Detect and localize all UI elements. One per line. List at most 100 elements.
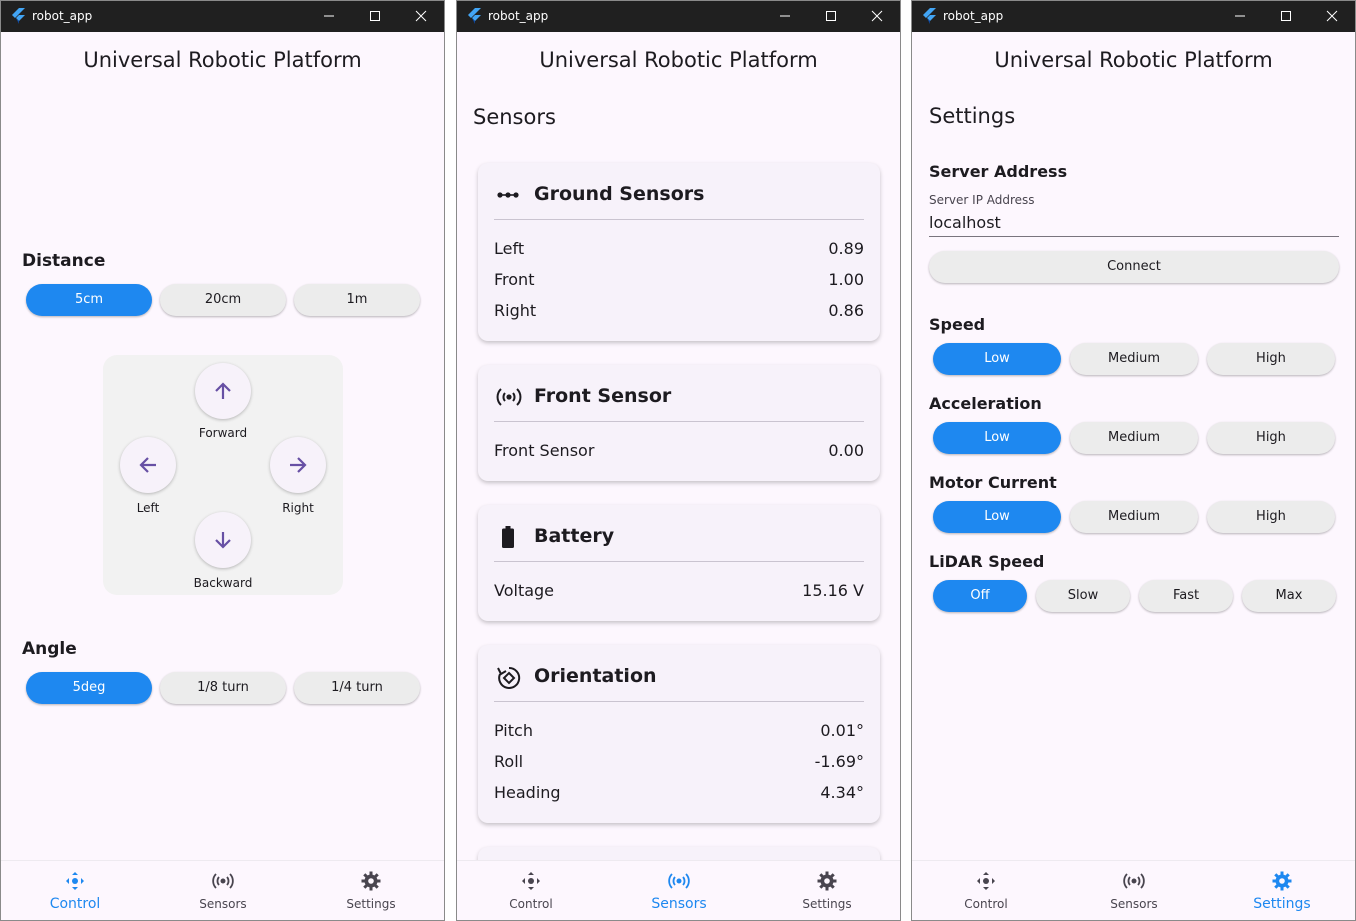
acceleration-option-medium[interactable]: Medium — [1070, 422, 1198, 454]
minimize-icon — [780, 15, 790, 17]
server-address-label: Server Address — [929, 162, 1068, 181]
forward-button[interactable] — [195, 363, 251, 419]
nav-control[interactable]: Control — [457, 861, 605, 920]
bottom-navigation: Control Sensors Settings — [1, 860, 444, 920]
nav-control[interactable]: Control — [1, 861, 149, 920]
connect-button[interactable]: Connect — [929, 251, 1339, 283]
nav-sensors-label: Sensors — [199, 897, 247, 911]
minimize-button[interactable] — [762, 1, 808, 32]
sensor-row-value: 0.00 — [828, 441, 864, 460]
gear-icon — [817, 871, 837, 891]
maximize-button[interactable] — [352, 1, 398, 32]
title-bar: robot_app — [912, 1, 1355, 32]
title-bar: robot_app — [1, 1, 444, 32]
ground-sensors-card: Ground Sensors Left 0.89 Front 1.00 Right 0… — [478, 163, 880, 341]
sensor-row: Roll -1.69° — [494, 752, 864, 772]
motor-current-label: Motor Current — [929, 473, 1057, 492]
speed-option-medium[interactable]: Medium — [1070, 343, 1198, 375]
acceleration-option-low[interactable]: Low — [933, 422, 1061, 454]
close-button[interactable] — [1309, 1, 1355, 32]
angle-option-quarter-turn[interactable]: 1/4 turn — [294, 672, 420, 704]
arrow-right-icon — [290, 457, 307, 473]
angle-option-5deg[interactable]: 5deg — [26, 672, 152, 704]
maximize-icon — [1281, 11, 1291, 21]
dots-line-icon — [497, 192, 519, 198]
sensor-row-value: 1.00 — [828, 270, 864, 289]
nav-control-label: Control — [49, 896, 101, 912]
nav-settings[interactable]: Settings — [753, 861, 900, 920]
distance-option-20cm[interactable]: 20cm — [160, 284, 286, 316]
app-title: Universal Robotic Platform — [539, 48, 818, 72]
gear-icon — [1272, 871, 1292, 891]
backward-button[interactable] — [195, 512, 251, 568]
control-camera-icon — [977, 872, 995, 890]
angle-option-eighth-turn[interactable]: 1/8 turn — [160, 672, 286, 704]
angle-label: Angle — [22, 639, 77, 659]
distance-option-5cm[interactable]: 5cm — [26, 284, 152, 316]
lidar-option-fast[interactable]: Fast — [1139, 580, 1233, 612]
close-button[interactable] — [398, 1, 444, 32]
sensor-row-label: Left — [494, 239, 525, 258]
sensor-row-value: 15.16 V — [802, 581, 864, 600]
sensor-row-label: Pitch — [494, 721, 533, 740]
lidar-option-slow[interactable]: Slow — [1036, 580, 1130, 612]
minimize-button[interactable] — [1217, 1, 1263, 32]
right-button[interactable] — [270, 437, 326, 493]
left-button[interactable] — [120, 437, 176, 493]
nav-sensors[interactable]: Sensors — [605, 861, 753, 920]
card-title: Battery — [534, 525, 615, 547]
motor-option-low[interactable]: Low — [933, 501, 1061, 533]
maximize-icon — [826, 11, 836, 21]
acceleration-option-high[interactable]: High — [1207, 422, 1335, 454]
server-ip-field-label: Server IP Address — [929, 193, 1035, 207]
nav-sensors[interactable]: Sensors — [1060, 861, 1208, 920]
server-ip-input[interactable]: localhost — [929, 213, 1001, 232]
lidar-option-max[interactable]: Max — [1242, 580, 1336, 612]
motor-option-medium[interactable]: Medium — [1070, 501, 1198, 533]
sensor-row-value: -1.69° — [814, 752, 864, 771]
sensor-row-value: 0.89 — [828, 239, 864, 258]
maximize-button[interactable] — [1263, 1, 1309, 32]
sensor-row-label: Front — [494, 270, 535, 289]
speed-option-high[interactable]: High — [1207, 343, 1335, 375]
lidar-option-off[interactable]: Off — [933, 580, 1027, 612]
divider — [494, 561, 864, 562]
settings-window: robot_app Universal Robotic Platform Set… — [911, 0, 1356, 921]
nav-settings-label: Settings — [346, 897, 396, 911]
app-title: Universal Robotic Platform — [83, 48, 362, 72]
forward-label: Forward — [198, 426, 248, 440]
flutter-logo-icon — [12, 8, 25, 24]
title-bar: robot_app — [457, 1, 900, 32]
window-title: robot_app — [943, 9, 1004, 23]
flutter-logo-icon — [468, 8, 481, 24]
nav-sensors[interactable]: Sensors — [149, 861, 297, 920]
minimize-button[interactable] — [306, 1, 352, 32]
direction-pad: Forward Left Right Backward — [103, 355, 343, 595]
speed-option-low[interactable]: Low — [933, 343, 1061, 375]
nav-settings[interactable]: Settings — [297, 861, 444, 920]
nav-settings-label: Settings — [802, 897, 852, 911]
maximize-button[interactable] — [808, 1, 854, 32]
nav-control[interactable]: Control — [912, 861, 1060, 920]
sensor-row: Voltage 15.16 V — [494, 581, 864, 601]
divider — [494, 701, 864, 702]
sensor-row-label: Heading — [494, 783, 561, 802]
nav-settings[interactable]: Settings — [1208, 861, 1355, 920]
sensors-icon — [1123, 873, 1145, 889]
sensor-row: Front Sensor 0.00 — [494, 441, 864, 461]
motor-option-high[interactable]: High — [1207, 501, 1335, 533]
sensor-row: Heading 4.34° — [494, 783, 864, 803]
minimize-icon — [324, 15, 334, 17]
control-camera-icon — [66, 872, 84, 890]
nav-sensors-label: Sensors — [651, 896, 707, 912]
distance-option-1m[interactable]: 1m — [294, 284, 420, 316]
maximize-icon — [370, 11, 380, 21]
sensors-icon — [212, 873, 234, 889]
sensor-row: Left 0.89 — [494, 239, 864, 259]
orientation-card: Orientation Pitch 0.01° Roll -1.69° Headin… — [478, 645, 880, 823]
sensor-row-value: 4.34° — [820, 783, 864, 802]
sensor-row: Pitch 0.01° — [494, 721, 864, 741]
sensors-icon — [668, 873, 690, 889]
close-button[interactable] — [854, 1, 900, 32]
bottom-navigation: Control Sensors Settings — [912, 860, 1355, 920]
